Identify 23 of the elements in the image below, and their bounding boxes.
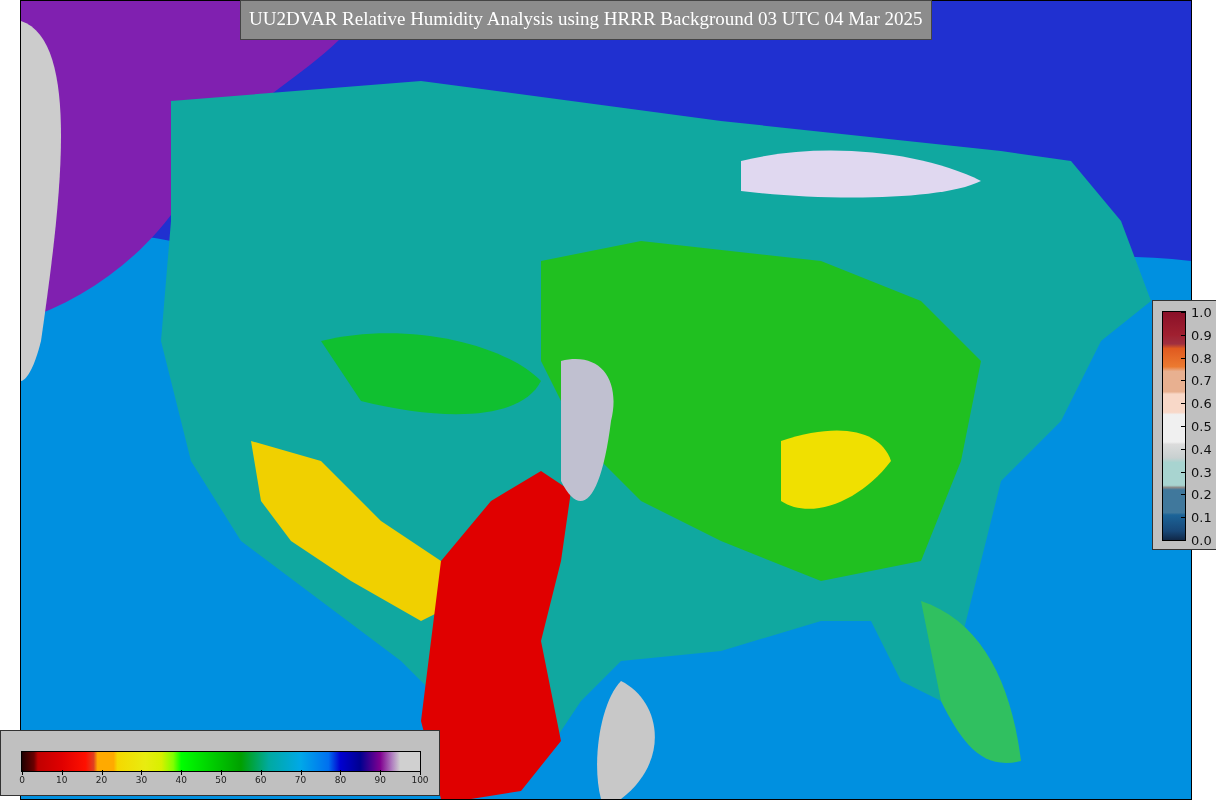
tick-label: 0.4 <box>1191 441 1212 457</box>
tick-label: 100 <box>411 775 429 785</box>
tick-label: 90 <box>374 775 386 785</box>
tick-label: 0.7 <box>1191 372 1212 388</box>
tick-label: 20 <box>95 775 108 785</box>
tick-label: 60 <box>255 775 267 785</box>
tick-label: 0.6 <box>1191 395 1212 411</box>
tick-label: 0.3 <box>1191 464 1212 480</box>
tick-label: 0.0 <box>1191 532 1212 548</box>
tick-label: 50 <box>215 775 227 785</box>
tick-label: 0.1 <box>1191 509 1212 525</box>
tick-label: 40 <box>175 775 187 785</box>
tick-label: 0.9 <box>1191 327 1212 343</box>
tick-label: 0.5 <box>1191 418 1212 434</box>
map-title: UU2DVAR Relative Humidity Analysis using HRRR Background 03 UTC 04 Mar 2025 <box>240 0 932 40</box>
tick-label: 80 <box>334 775 347 785</box>
tick-label: 1.0 <box>1191 304 1212 320</box>
tick-label: 0.2 <box>1191 486 1212 502</box>
tick-label: 10 <box>56 775 68 785</box>
tick-label: 0 <box>19 775 25 785</box>
tick-label: 70 <box>294 775 307 785</box>
tick-label: 0.8 <box>1191 350 1212 366</box>
tick-label: 30 <box>135 775 148 785</box>
